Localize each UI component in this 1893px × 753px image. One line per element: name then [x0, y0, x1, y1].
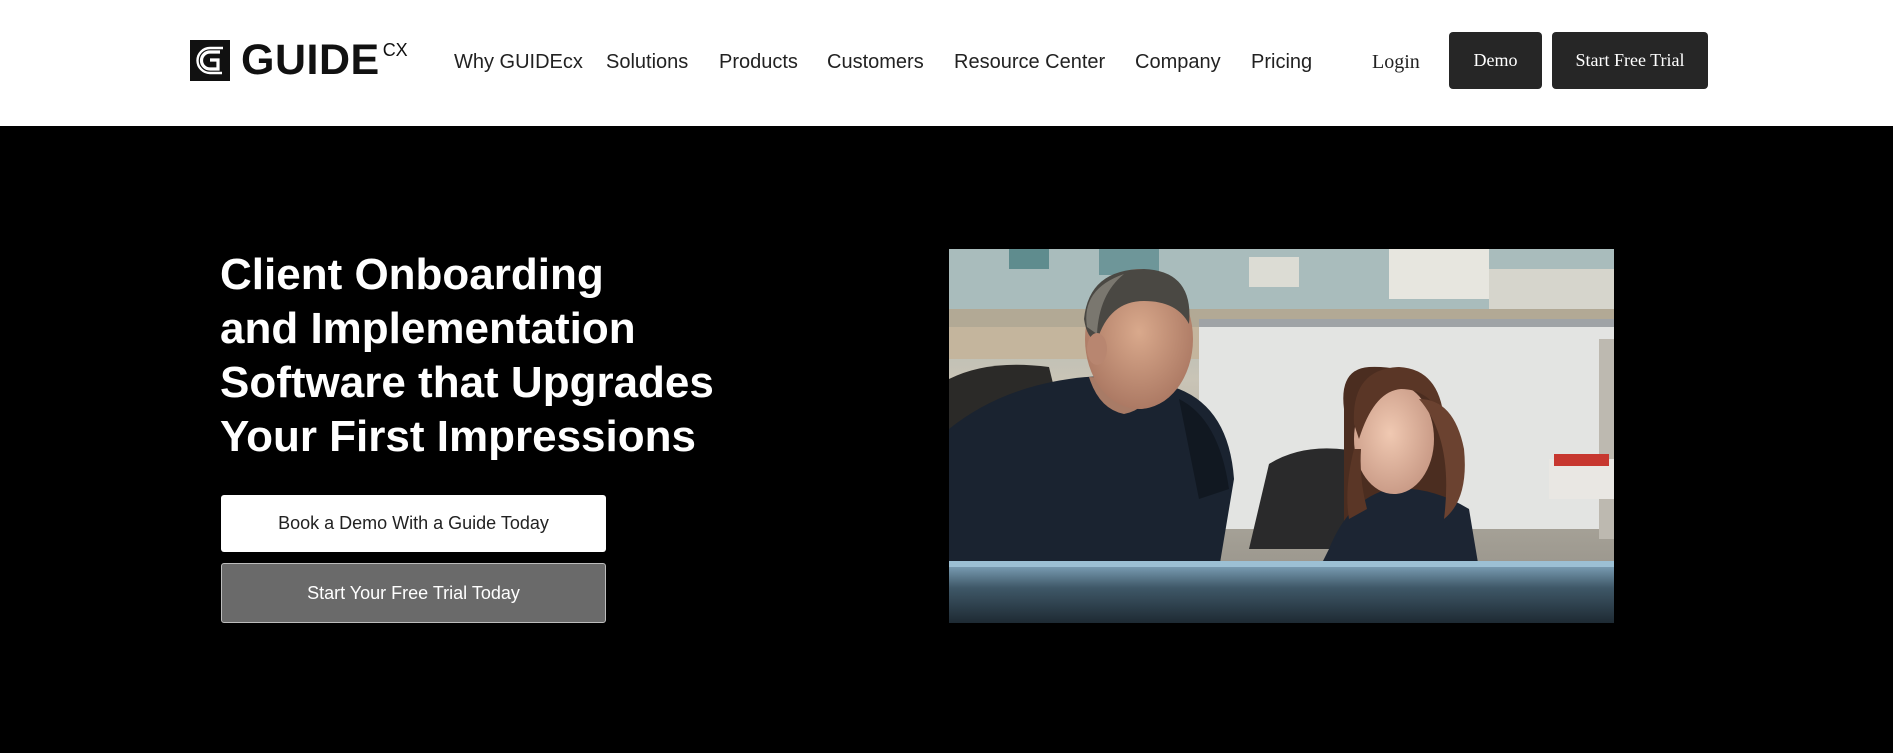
brand-superscript: CX: [382, 40, 408, 60]
hero-title: Client Onboarding and Implementation Sof…: [220, 248, 780, 464]
nav-item-company[interactable]: Company: [1135, 48, 1221, 76]
hero-title-line: Your First Impressions: [220, 412, 696, 461]
start-free-trial-button[interactable]: Start Free Trial: [1552, 32, 1708, 89]
start-trial-button[interactable]: Start Your Free Trial Today: [221, 563, 606, 623]
login-link[interactable]: Login: [1372, 48, 1420, 76]
site-header: GUIDE CX Why GUIDEcx Solutions Products …: [0, 0, 1893, 126]
hero-title-line: and Implementation: [220, 304, 636, 353]
nav-item-pricing[interactable]: Pricing: [1251, 48, 1312, 76]
nav-item-why-guidecx[interactable]: Why GUIDEcx: [454, 48, 583, 76]
hero-title-line: Software that Upgrades: [220, 358, 714, 407]
nav-item-solutions[interactable]: Solutions: [606, 48, 688, 76]
brand-name: GUIDE: [241, 36, 380, 84]
hero-title-line: Client Onboarding: [220, 250, 604, 299]
hero-photo: [949, 249, 1614, 623]
demo-button[interactable]: Demo: [1449, 32, 1542, 89]
nav-item-customers[interactable]: Customers: [827, 48, 924, 76]
book-demo-button[interactable]: Book a Demo With a Guide Today: [221, 495, 606, 552]
nav-item-resource-center[interactable]: Resource Center: [954, 48, 1105, 76]
nav-item-products[interactable]: Products: [719, 48, 798, 76]
guidecx-logo[interactable]: GUIDE CX: [190, 38, 408, 82]
guidecx-logo-icon: [190, 40, 230, 81]
